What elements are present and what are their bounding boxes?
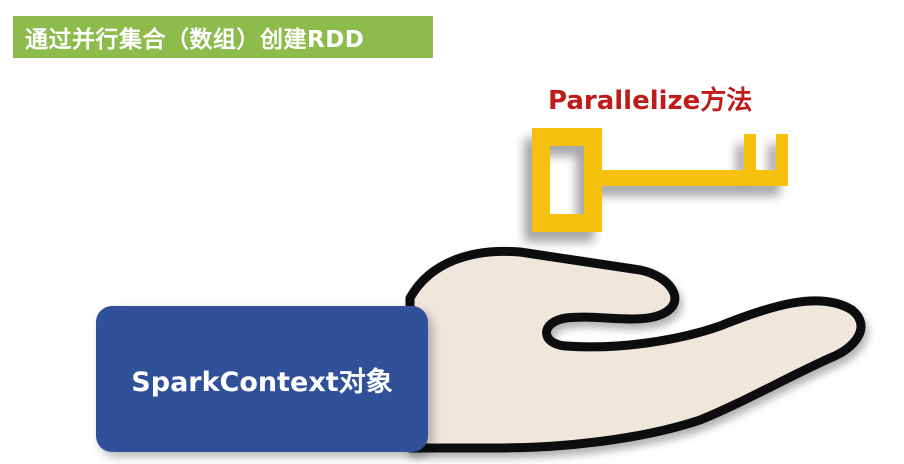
hand-icon — [405, 246, 866, 453]
sparkcontext-box: SparkContext对象 — [96, 306, 428, 452]
sparkcontext-label: SparkContext对象 — [131, 366, 393, 398]
key-icon — [532, 128, 788, 232]
